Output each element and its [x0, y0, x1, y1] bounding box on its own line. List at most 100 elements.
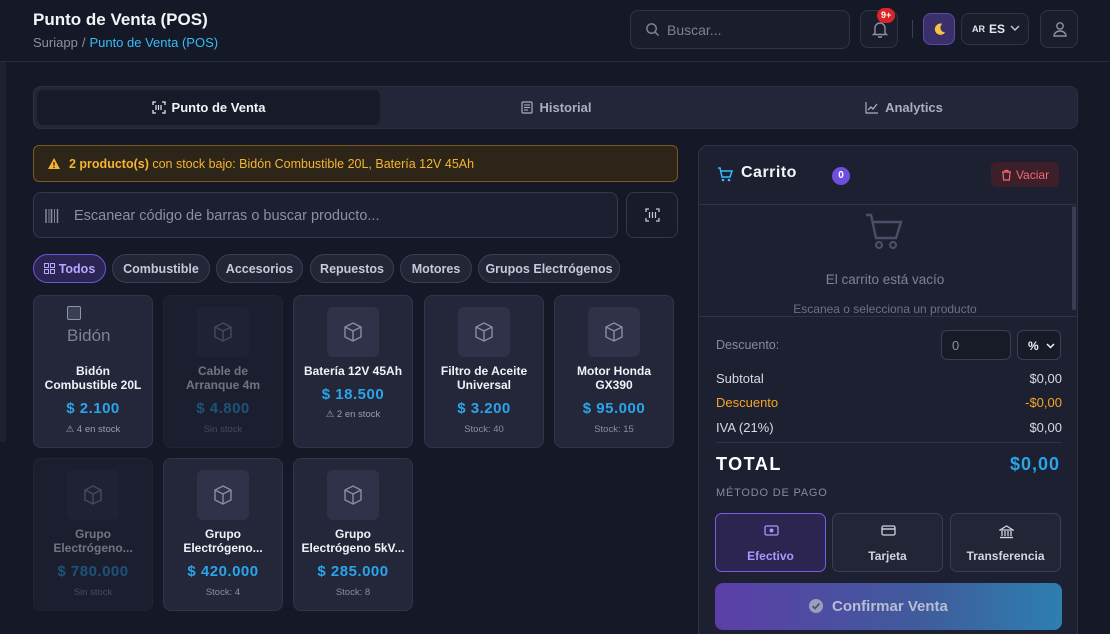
product-scanner-field[interactable]	[33, 192, 618, 238]
iva-label: IVA (21%)	[716, 420, 774, 435]
receipt-icon	[521, 101, 534, 114]
breadcrumb-current[interactable]: Punto de Venta (POS)	[89, 35, 218, 50]
low-stock-alert: 2 producto(s) con stock bajo: Bidón Comb…	[33, 145, 678, 182]
cart-empty-state: El carrito está vacío Escanea o seleccio…	[699, 206, 1071, 316]
scanner-input[interactable]	[74, 206, 604, 226]
category-chip-combustible[interactable]: Combustible	[112, 254, 210, 283]
subtotal-label: Subtotal	[716, 371, 764, 386]
payment-label: Tarjeta	[868, 549, 907, 563]
product-card[interactable]: Filtro de Aceite Universal $ 3.200 Stock…	[424, 295, 544, 448]
tab-label: Punto de Venta	[171, 100, 266, 115]
empty-cart-title: El carrito está vacío	[825, 272, 945, 287]
category-chip-motores[interactable]: Motores	[400, 254, 472, 283]
category-chip-todos[interactable]: Todos	[33, 254, 106, 283]
discount-label: Descuento:	[716, 338, 780, 352]
payment-method-label: MÉTODO DE PAGO	[716, 487, 828, 499]
bank-icon	[999, 525, 1014, 539]
category-chip-grupos-electrogenos[interactable]: Grupos Electrógenos	[478, 254, 620, 283]
cart-count-badge: 0	[832, 167, 850, 185]
product-card[interactable]: Grupo Electrógeno 5kV... $ 285.000 Stock…	[293, 458, 413, 611]
warning-icon	[48, 158, 60, 169]
breadcrumb-separator: /	[81, 35, 86, 50]
subtotal-row: Subtotal $0,00	[716, 371, 1062, 386]
clear-cart-button[interactable]: Vaciar	[991, 162, 1059, 187]
chip-label: Accesorios	[225, 261, 294, 276]
box-icon	[197, 307, 249, 357]
box-icon	[588, 307, 640, 357]
language-selector[interactable]: AR ES	[961, 13, 1029, 45]
view-tabs: Punto de Venta Historial Analytics	[33, 86, 1078, 129]
barcode-icon	[151, 101, 166, 114]
product-card[interactable]: Motor Honda GX390 $ 95.000 Stock: 15	[554, 295, 674, 448]
empty-cart-icon	[866, 213, 903, 250]
payment-transferencia-button[interactable]: Transferencia	[950, 513, 1061, 572]
left-edge	[0, 62, 6, 442]
box-icon	[67, 470, 119, 520]
product-price: $ 4.800	[196, 400, 250, 417]
global-search[interactable]	[630, 10, 850, 49]
discount-input[interactable]: 0	[941, 330, 1011, 360]
breadcrumb-root[interactable]: Suriapp	[33, 35, 78, 50]
cart-divider	[699, 316, 1077, 317]
product-card[interactable]: Grupo Electrógeno... $ 780.000 Sin stock	[33, 458, 153, 611]
top-header: Punto de Venta (POS) Suriapp / Punto de Ve…	[0, 0, 1110, 62]
product-price: $ 3.200	[457, 400, 511, 417]
cart-icon	[718, 167, 733, 182]
alert-message: con stock bajo: Bidón Combustible 20L, B…	[148, 157, 475, 171]
discount-row-value: -$0,00	[1025, 395, 1062, 410]
product-stock: ⚠ 2 en stock	[325, 409, 381, 420]
payment-label: Efectivo	[747, 549, 794, 563]
camera-scan-button[interactable]	[626, 192, 678, 238]
subtotal-value: $0,00	[1029, 371, 1062, 386]
product-price: $ 2.100	[66, 400, 120, 417]
language-code: ES	[989, 22, 1006, 36]
scan-icon	[645, 208, 660, 222]
chip-label: Motores	[411, 261, 461, 276]
chip-label: Repuestos	[320, 261, 384, 276]
grid-icon	[43, 263, 55, 274]
alert-text: 2 producto(s) con stock bajo: Bidón Comb…	[69, 157, 474, 171]
cart-scrollbar[interactable]	[1072, 206, 1076, 310]
box-icon	[327, 470, 379, 520]
cash-icon	[764, 525, 779, 536]
user-menu-button[interactable]	[1040, 10, 1078, 48]
tab-historial[interactable]: Historial	[384, 90, 729, 125]
page-title: Punto de Venta (POS)	[33, 10, 208, 29]
product-card[interactable]: Batería 12V 45Ah $ 18.500 ⚠ 2 en stock	[293, 295, 413, 448]
check-circle-icon	[809, 599, 823, 613]
total-label: TOTAL	[716, 454, 782, 474]
product-price: $ 780.000	[57, 563, 129, 580]
trash-icon	[1001, 169, 1011, 181]
tab-analytics[interactable]: Analytics	[733, 90, 1075, 125]
product-name: Motor Honda GX390	[577, 364, 651, 392]
moon-icon	[934, 23, 946, 35]
product-price: $ 285.000	[317, 563, 389, 580]
category-chip-repuestos[interactable]: Repuestos	[310, 254, 394, 283]
discount-type-select[interactable]: %	[1017, 330, 1061, 360]
discount-row: Descuento -$0,00	[716, 395, 1062, 410]
product-image: Bidón	[67, 306, 123, 356]
product-card[interactable]: Bidón Bidón Combustible 20L $ 2.100 ⚠ 4 …	[33, 295, 153, 448]
theme-toggle-button[interactable]	[923, 13, 955, 45]
product-stock: Stock: 8	[335, 587, 371, 598]
chevron-down-icon	[1010, 25, 1020, 31]
tab-punto-de-venta[interactable]: Punto de Venta	[37, 90, 380, 125]
confirm-sale-button[interactable]: Confirmar Venta	[715, 583, 1062, 630]
product-name: Cable de Arranque 4m	[185, 364, 261, 392]
product-stock: Stock: 4	[205, 587, 241, 598]
payment-tarjeta-button[interactable]: Tarjeta	[832, 513, 943, 572]
product-stock: Stock: 40	[464, 424, 504, 435]
category-chip-accesorios[interactable]: Accesorios	[216, 254, 303, 283]
product-card[interactable]: Cable de Arranque 4m $ 4.800 Sin stock	[163, 295, 283, 448]
box-icon	[327, 307, 379, 357]
barcode-icon	[45, 209, 59, 223]
cart-title: Carrito	[741, 164, 797, 181]
product-stock: Sin stock	[203, 424, 243, 435]
notification-badge: 9+	[877, 8, 896, 23]
search-input[interactable]	[667, 20, 837, 40]
product-card[interactable]: Grupo Electrógeno... $ 420.000 Stock: 4	[163, 458, 283, 611]
empty-cart-hint: Escanea o selecciona un producto	[793, 302, 977, 316]
payment-efectivo-button[interactable]: Efectivo	[715, 513, 826, 572]
user-icon	[1053, 22, 1067, 37]
iva-value: $0,00	[1029, 420, 1062, 435]
